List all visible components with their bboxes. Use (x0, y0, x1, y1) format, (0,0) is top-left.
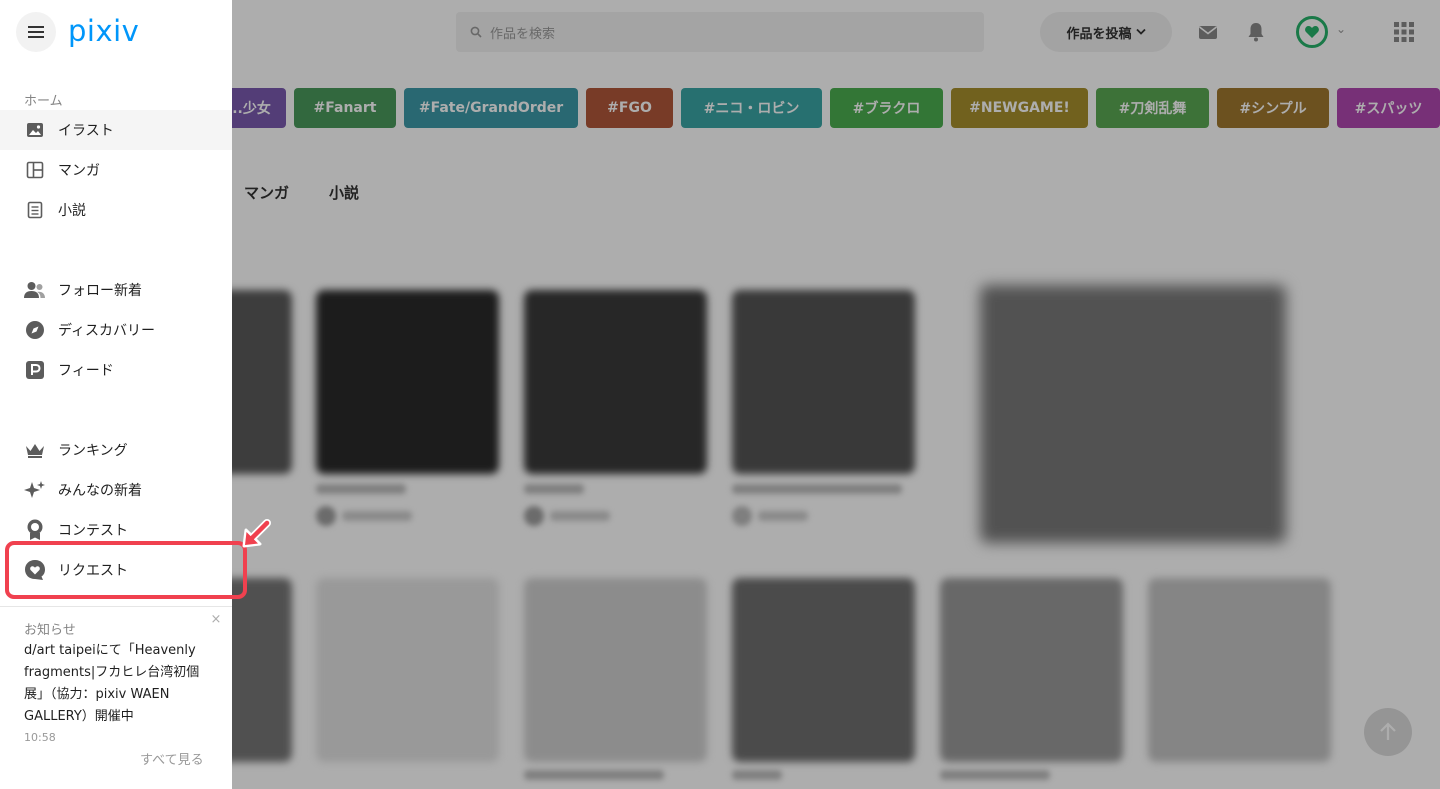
pointer-arrow-icon (242, 519, 271, 548)
nav-item-label: みんなの新着 (58, 483, 142, 499)
nav-item-label: 小説 (58, 203, 86, 219)
crown-icon (24, 439, 46, 461)
notice-timestamp: 10:58 (24, 731, 56, 744)
nav-item-newest[interactable]: みんなの新着 (0, 470, 232, 510)
nav-item-label: ディスカバリー (58, 323, 156, 339)
highlight-box (5, 541, 247, 599)
nav-item-illust[interactable]: イラスト (0, 110, 232, 150)
nav-item-ranking[interactable]: ランキング (0, 430, 232, 470)
notice-text[interactable]: d/art taipeiにて「Heavenly fragments|フカヒレ台湾… (24, 640, 216, 728)
notice-title: お知らせ (24, 623, 76, 638)
nav-item-label: イラスト (58, 123, 114, 139)
nav-item-label: フォロー新着 (58, 283, 142, 299)
nav-item-follow[interactable]: フォロー新着 (0, 270, 232, 310)
section-title: ホーム (24, 94, 63, 109)
nav-item-discovery[interactable]: ディスカバリー (0, 310, 232, 350)
novel-icon (24, 199, 46, 221)
side-drawer: pixiv ホーム イラスト マンガ 小説 フォロー新着 ディスカバリー フィー… (0, 0, 232, 789)
medal-icon (24, 519, 46, 541)
nav-item-manga[interactable]: マンガ (0, 150, 232, 190)
sparkle-icon (24, 479, 46, 501)
see-all-link[interactable]: すべて見る (140, 749, 204, 768)
nav-item-novel[interactable]: 小説 (0, 190, 232, 230)
nav-item-label: フィード (58, 363, 114, 379)
nav-item-label: コンテスト (58, 523, 128, 539)
nav-item-label: ランキング (58, 443, 128, 459)
compass-icon (24, 319, 46, 341)
image-icon (24, 119, 46, 141)
hamburger-icon (28, 26, 44, 38)
nav-item-feed[interactable]: フィード (0, 350, 232, 390)
manga-icon (24, 159, 46, 181)
feed-icon (24, 359, 46, 381)
users-icon (24, 279, 46, 301)
nav-item-label: マンガ (58, 163, 100, 179)
divider (0, 606, 232, 607)
menu-button[interactable] (16, 12, 56, 52)
pixiv-logo[interactable]: pixiv (68, 14, 139, 48)
notice-close-icon[interactable]: × (209, 612, 223, 628)
